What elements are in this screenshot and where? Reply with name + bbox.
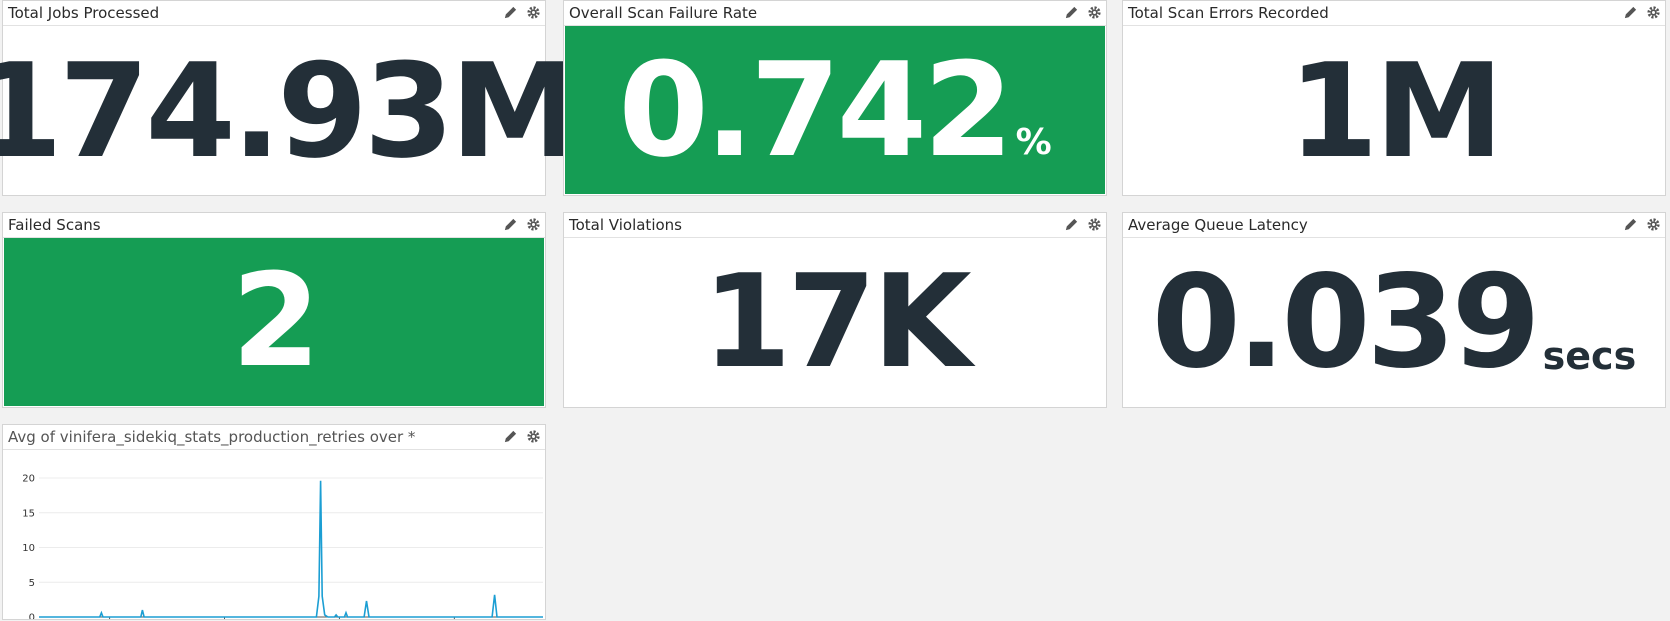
query-value: 2: [231, 247, 320, 396]
widget-body: 0.742 %: [565, 26, 1105, 194]
value-display: 2: [231, 247, 320, 396]
widget-header: Overall Scan Failure Rate: [564, 1, 1106, 26]
retries-line-chart[interactable]: 05101520 Jan 10Jan 17Jan 24Jan 31: [3, 450, 545, 619]
widget-title: Overall Scan Failure Rate: [569, 4, 758, 22]
pencil-icon[interactable]: [503, 429, 518, 444]
chart-area[interactable]: 05101520 Jan 10Jan 17Jan 24Jan 31: [3, 450, 545, 619]
widget-body: 174.93M: [0, 26, 580, 195]
widget-body: 17K: [564, 238, 1106, 407]
value-display: 0.742 %: [618, 45, 1051, 175]
pencil-icon[interactable]: [1623, 217, 1638, 232]
widget-title: Avg of vinifera_sidekiq_stats_production…: [8, 428, 416, 446]
query-value: 174.93M: [0, 34, 580, 187]
query-value: 17K: [702, 247, 971, 397]
widget-scan-failure-rate: Overall Scan Failure Rate 0.742 %: [563, 0, 1107, 196]
gear-icon[interactable]: [1087, 5, 1102, 20]
widget-failed-scans: Failed Scans 2: [2, 212, 546, 408]
value-unit: secs: [1542, 333, 1637, 378]
widget-body: 2: [4, 238, 544, 406]
widget-queue-latency: Average Queue Latency 0.039 secs: [1122, 212, 1666, 408]
gear-icon[interactable]: [526, 217, 541, 232]
widget-header: Avg of vinifera_sidekiq_stats_production…: [3, 425, 545, 450]
widget-title: Total Violations: [569, 216, 682, 234]
y-tick-label: 5: [29, 578, 35, 589]
widget-scan-errors: Total Scan Errors Recorded 1M: [1122, 0, 1666, 196]
widget-body: 1M: [1123, 26, 1665, 195]
pencil-icon[interactable]: [503, 5, 518, 20]
gear-icon[interactable]: [1646, 217, 1661, 232]
widget-total-jobs: Total Jobs Processed 174.93M: [0, 0, 580, 196]
series-line[interactable]: [39, 480, 543, 618]
value-display: 0.039 secs: [1151, 247, 1637, 397]
value-display: 1M: [1288, 34, 1504, 187]
y-tick-label: 0: [29, 613, 35, 620]
gear-icon[interactable]: [526, 5, 541, 20]
widget-header: Total Violations: [564, 213, 1106, 238]
widget-header: Average Queue Latency: [1123, 213, 1665, 238]
widget-retries-timeseries: Avg of vinifera_sidekiq_stats_production…: [2, 424, 546, 620]
widget-header: Total Jobs Processed: [3, 1, 545, 26]
widget-title: Average Queue Latency: [1128, 216, 1308, 234]
pencil-icon[interactable]: [1064, 5, 1079, 20]
widget-title: Total Jobs Processed: [8, 4, 160, 22]
widget-header: Failed Scans: [3, 213, 545, 238]
gear-icon[interactable]: [1646, 5, 1661, 20]
y-tick-label: 15: [22, 508, 35, 519]
gear-icon[interactable]: [1087, 217, 1102, 232]
y-tick-label: 20: [22, 474, 35, 485]
widget-title: Failed Scans: [8, 216, 101, 234]
query-value: 0.742: [618, 34, 1013, 186]
gear-icon[interactable]: [526, 429, 541, 444]
value-unit: %: [1015, 122, 1052, 163]
value-display: 174.93M: [0, 34, 580, 187]
pencil-icon[interactable]: [1623, 5, 1638, 20]
pencil-icon[interactable]: [1064, 217, 1079, 232]
value-display: 17K: [702, 247, 971, 397]
widget-body: 0.039 secs: [1123, 238, 1665, 407]
pencil-icon[interactable]: [503, 217, 518, 232]
y-tick-label: 10: [22, 543, 35, 554]
query-value: 0.039: [1151, 247, 1541, 397]
widget-total-violations: Total Violations 17K: [563, 212, 1107, 408]
widget-header: Total Scan Errors Recorded: [1123, 1, 1665, 26]
query-value: 1M: [1288, 34, 1504, 187]
widget-title: Total Scan Errors Recorded: [1128, 4, 1329, 22]
